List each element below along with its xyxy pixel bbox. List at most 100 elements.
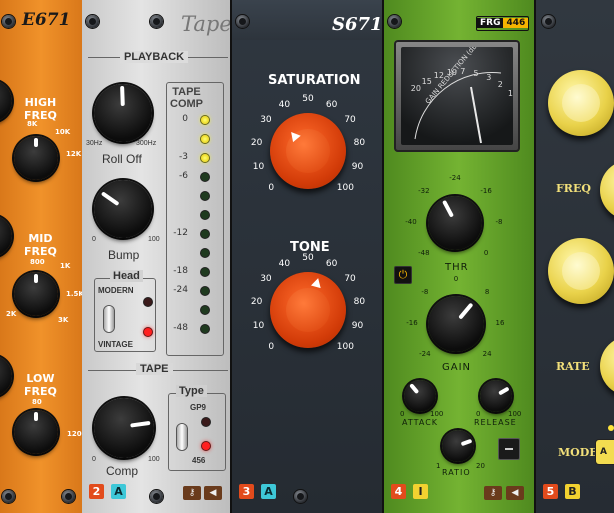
slot-number-4[interactable]: 4 — [391, 484, 406, 499]
tone-scale-label: 20 — [250, 296, 263, 307]
rolloff-max: 300Hz — [136, 140, 157, 147]
low-freq-knob[interactable] — [14, 410, 58, 454]
type-gp9-label: GP9 — [190, 403, 207, 412]
gain-scale-label: -24 — [419, 350, 431, 359]
bump-knob[interactable] — [94, 180, 152, 238]
rack-screw — [150, 490, 163, 503]
rack-screw — [294, 490, 307, 503]
saturation-scale-label: 10 — [252, 162, 265, 173]
mid-freq-tick-3k: 3K — [58, 316, 69, 324]
tape-comp-led — [201, 325, 209, 333]
tone-scale-label: 60 — [325, 258, 338, 269]
lock-button[interactable]: ⚷ — [484, 486, 502, 500]
mid-freq-label: MID FREQ — [24, 232, 57, 258]
slot-letter-i[interactable]: I — [413, 484, 428, 499]
bump-min: 0 — [92, 236, 96, 243]
tape-comp-led — [201, 287, 209, 295]
saturation-knob[interactable] — [270, 113, 346, 189]
attack-min: 0 — [400, 410, 405, 418]
mid-gain-knob[interactable] — [0, 215, 12, 257]
speaker-button[interactable]: ◀ — [506, 486, 524, 500]
comp-label: Comp — [106, 464, 139, 478]
tape-comp-scale-label: -6 — [179, 171, 188, 181]
link-button[interactable] — [498, 438, 520, 460]
threshold-scale-label: -40 — [405, 218, 417, 226]
ratio-max: 20 — [476, 462, 485, 470]
comp-min: 0 — [92, 456, 96, 463]
rack-screw — [2, 15, 15, 28]
tape-comp-scale-label: -24 — [173, 285, 188, 295]
gain-scale-label: 0 — [453, 275, 459, 283]
power-button[interactable]: ⏻ — [394, 266, 412, 284]
high-freq-knob[interactable] — [14, 136, 58, 180]
rack-screw — [2, 490, 15, 503]
mid-freq-tick-1k: 1K — [60, 262, 71, 270]
rate-knob[interactable] — [600, 336, 614, 396]
threshold-scale-label: -16 — [480, 186, 492, 195]
lock-button[interactable]: ⚷ — [183, 486, 201, 500]
slot-letter-a[interactable]: A — [111, 484, 126, 499]
mid-freq-knob[interactable] — [14, 272, 58, 316]
tape-logo: Tape — [181, 12, 230, 36]
saturation-scale-label: 20 — [250, 137, 263, 148]
slot-number-5[interactable]: 5 — [543, 484, 558, 499]
speaker-button[interactable]: ◀ — [204, 486, 222, 500]
head-toggle-switch[interactable] — [104, 306, 114, 332]
yellow-knob-top[interactable] — [548, 70, 614, 136]
threshold-scale-label: 0 — [483, 249, 489, 258]
type-gp9-led — [202, 418, 210, 426]
comp-knob[interactable] — [94, 398, 154, 458]
low-freq-label: LOW FREQ — [24, 372, 57, 398]
mode-selector[interactable]: A — [596, 440, 614, 464]
ratio-label: RATIO — [442, 468, 471, 477]
rate-label: RATE — [556, 360, 590, 373]
slot-number-2[interactable]: 2 — [89, 484, 104, 499]
threshold-knob[interactable] — [428, 196, 482, 250]
tape-module: Tape PLAYBACK 30Hz 300Hz Roll Off 0 100 … — [82, 0, 230, 513]
attack-knob[interactable] — [404, 380, 436, 412]
s671-saturation-module: S671 SATURATION TONE 0 10 20 30 40 50 60 70 80 90… — [232, 0, 382, 513]
rack-screw — [236, 15, 249, 28]
type-toggle-switch[interactable] — [177, 424, 187, 450]
gain-reduction-scale-label: 1 — [507, 88, 513, 98]
release-knob[interactable] — [480, 380, 512, 412]
tape-comp-scale-label: -18 — [173, 266, 188, 276]
ratio-min: 1 — [436, 462, 441, 470]
low-gain-knob[interactable] — [0, 355, 12, 397]
rack-screw — [62, 490, 75, 503]
tape-comp-led — [201, 173, 209, 181]
threshold-scale-label: -48 — [418, 249, 430, 258]
high-freq-tick-10k: 10K — [55, 128, 71, 136]
high-freq-tick-8k: 8K — [27, 120, 38, 128]
tone-knob[interactable] — [270, 272, 346, 348]
type-456-led — [202, 442, 210, 450]
rack-screw — [542, 15, 555, 28]
high-gain-knob[interactable] — [0, 80, 12, 122]
freq-knob[interactable] — [600, 160, 614, 220]
slot-number-3[interactable]: 3 — [239, 484, 254, 499]
mid-freq-tick-2k: 2K — [6, 310, 17, 318]
tape-comp-led — [201, 249, 209, 257]
tone-scale-label: 30 — [260, 274, 272, 285]
head-vintage-led — [144, 328, 152, 336]
saturation-label: SATURATION — [268, 73, 361, 88]
rolloff-knob[interactable] — [94, 84, 152, 142]
release-max: 100 — [508, 410, 522, 418]
freq-label: FREQ — [556, 182, 591, 195]
module-title: S671 — [332, 14, 382, 35]
bump-max: 100 — [148, 236, 160, 243]
slot-letter-b[interactable]: B — [565, 484, 580, 499]
tone-scale-label: 10 — [252, 321, 265, 332]
tape-comp-led — [201, 192, 209, 200]
gain-knob[interactable] — [428, 296, 484, 352]
head-header: Head — [110, 270, 143, 282]
rack-screw — [86, 15, 99, 28]
yellow-knob-mid[interactable] — [548, 238, 614, 304]
ratio-knob[interactable] — [442, 430, 474, 462]
tone-scale-label: 80 — [353, 296, 366, 307]
tape-comp-led — [201, 135, 209, 143]
release-label: RELEASE — [474, 418, 517, 427]
threshold-scale-label: -8 — [495, 218, 503, 226]
slot-letter-a[interactable]: A — [261, 484, 276, 499]
rolloff-label: Roll Off — [102, 152, 142, 166]
